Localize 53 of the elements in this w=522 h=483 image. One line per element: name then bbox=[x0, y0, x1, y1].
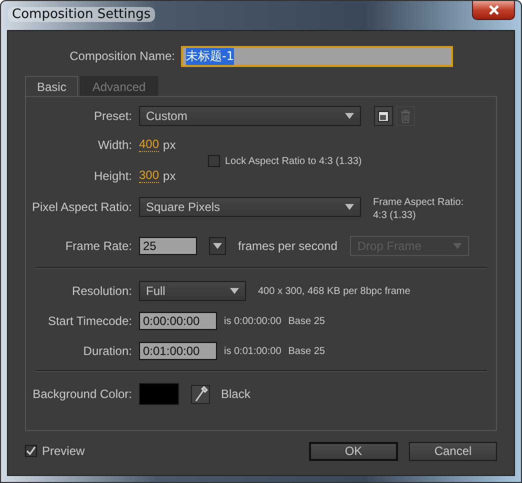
caret-icon bbox=[345, 113, 354, 119]
timebase-info: Base 25 bbox=[288, 316, 325, 326]
checkbox-label: Preview bbox=[42, 444, 85, 458]
lock-checkbox[interactable] bbox=[208, 155, 220, 167]
field-label: Frame Rate: bbox=[64, 239, 132, 253]
caret-icon bbox=[345, 204, 354, 210]
field-label: Resolution: bbox=[70, 284, 132, 298]
field-label: Start Timecode: bbox=[46, 314, 132, 328]
cancel-button[interactable]: Cancel bbox=[409, 442, 497, 460]
timecode-field[interactable]: 0:00:00:00 bbox=[139, 312, 217, 330]
save-preset-button[interactable] bbox=[374, 106, 393, 126]
resolution-info: 400 x 300, 468 KB per 8bpc frame bbox=[258, 286, 410, 296]
preset-icon bbox=[378, 110, 389, 122]
close-button[interactable] bbox=[472, 1, 515, 20]
caret-icon bbox=[453, 243, 462, 249]
width-value[interactable]: 400 bbox=[139, 138, 160, 152]
caret-icon bbox=[230, 288, 239, 294]
ok-button[interactable]: OK bbox=[309, 442, 398, 460]
unit-label: frames per second bbox=[238, 239, 338, 253]
preset-dropdown[interactable]: Custom bbox=[139, 106, 361, 126]
color-name: Black bbox=[221, 387, 250, 401]
timecode-info: is 0:00:00:00 bbox=[224, 316, 282, 326]
field-label: Background Color: bbox=[32, 387, 132, 401]
close-icon bbox=[488, 5, 500, 15]
unit-label: px bbox=[163, 138, 176, 152]
timecode-info: is 0:01:00:00 bbox=[224, 346, 282, 356]
eyedropper-button[interactable] bbox=[191, 384, 210, 404]
color-swatch[interactable] bbox=[139, 383, 179, 405]
name-field[interactable]: 未标题-1 bbox=[181, 46, 453, 66]
eyedropper-icon bbox=[194, 386, 208, 402]
field-label: Preset: bbox=[92, 109, 132, 123]
name-text: 未标题-1 bbox=[186, 48, 234, 64]
frame-rate-menu-button[interactable] bbox=[209, 237, 226, 255]
field-label: Composition Name: bbox=[68, 49, 175, 63]
timebase-info: Base 25 bbox=[288, 346, 325, 356]
checkbox-label: Lock Aspect Ratio to 4:3 (1.33) bbox=[225, 156, 362, 166]
pixel-aspect-dropdown[interactable]: Square Pixels bbox=[139, 197, 361, 217]
tab[interactable]: Basic bbox=[25, 76, 78, 96]
field-label: Duration: bbox=[82, 344, 132, 358]
unit-label: px bbox=[163, 169, 176, 183]
field-label: Pixel Aspect Ratio: bbox=[30, 200, 132, 214]
frame-rate-field[interactable]: 25 bbox=[139, 237, 197, 255]
caret-icon bbox=[213, 243, 222, 249]
height-value[interactable]: 300 bbox=[139, 169, 160, 183]
trash-icon bbox=[400, 110, 411, 122]
preview-checkbox[interactable] bbox=[25, 445, 37, 457]
window-title: Composition Settings bbox=[8, 7, 155, 22]
resolution-dropdown[interactable]: Full bbox=[139, 281, 246, 301]
field-label: Width: bbox=[96, 138, 132, 152]
frame-aspect-label: Frame Aspect Ratio: bbox=[373, 197, 464, 208]
frame-aspect-value: 4:3 (1.33) bbox=[373, 210, 417, 221]
timecode-field[interactable]: 0:01:00:00 bbox=[139, 342, 217, 360]
field-label: Height: bbox=[92, 169, 132, 183]
